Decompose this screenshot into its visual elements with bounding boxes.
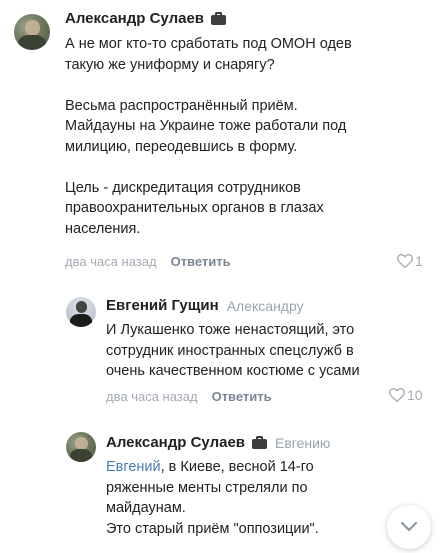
comment-header: Александр Сулаев (65, 10, 227, 27)
comment-header: Александр Сулаев Евгению (106, 434, 330, 451)
briefcase-icon (211, 12, 227, 25)
author-name[interactable]: Александр Сулаев (106, 434, 245, 451)
like-count: 1 (415, 253, 423, 269)
like-button[interactable]: 10 (389, 387, 423, 403)
avatar[interactable] (66, 432, 96, 462)
comment-3: Александр Сулаев Евгению Евгений, в Киев… (0, 420, 440, 553)
like-count: 10 (407, 387, 423, 403)
mention-link[interactable]: Евгений (106, 459, 161, 475)
comment-header: Евгений Гущин Александру (106, 297, 304, 314)
reply-button[interactable]: Ответить (212, 389, 272, 404)
reply-to-name[interactable]: Евгению (275, 435, 330, 451)
heart-icon (397, 254, 413, 268)
like-button[interactable]: 1 (397, 253, 423, 269)
heart-icon (389, 388, 405, 402)
comment-text: И Лукашенко тоже ненастоящий, это сотруд… (106, 322, 360, 379)
author-name[interactable]: Евгений Гущин (106, 297, 219, 314)
briefcase-icon (252, 436, 268, 449)
comment-meta: два часа назад Ответить (65, 254, 231, 269)
author-name[interactable]: Александр Сулаев (65, 10, 204, 27)
comment-1: Александр Сулаев А не мог кто-то сработа… (0, 0, 440, 280)
comment-text: А не мог кто-то сработать под ОМОН одев … (65, 36, 352, 237)
comment-text: Евгений, в Киеве, весной 14-го ряженные … (106, 459, 319, 537)
reply-button[interactable]: Ответить (171, 254, 231, 269)
comment-2: Евгений Гущин Александру И Лукашенко тож… (0, 280, 440, 420)
avatar[interactable] (14, 14, 50, 50)
timestamp: два часа назад (106, 389, 198, 404)
comment-meta: два часа назад Ответить (106, 389, 272, 404)
timestamp: два часа назад (65, 254, 157, 269)
reply-to-name[interactable]: Александру (227, 298, 304, 314)
avatar[interactable] (66, 297, 96, 327)
scroll-down-button[interactable] (387, 505, 431, 549)
chevron-down-icon (400, 521, 418, 532)
